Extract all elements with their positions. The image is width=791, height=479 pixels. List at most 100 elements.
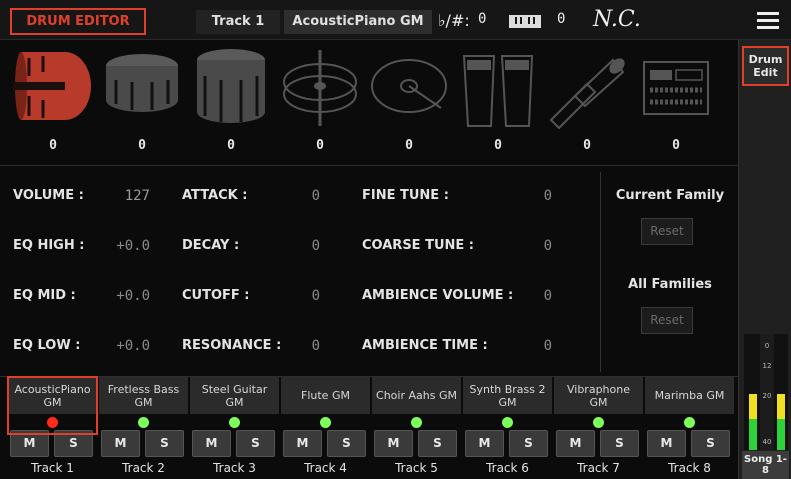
- channel-track-label: Track 6: [486, 461, 529, 475]
- drum-edit-tab[interactable]: Drum Edit: [742, 46, 789, 86]
- mute-button[interactable]: M: [10, 430, 49, 457]
- channel-sound-name[interactable]: Marimba GM: [645, 377, 734, 414]
- volume-value[interactable]: 127: [100, 188, 150, 204]
- percussion-icon: [549, 58, 625, 130]
- channel-led: [593, 417, 604, 428]
- ambience-volume-label: AMBIENCE VOLUME :: [362, 288, 514, 303]
- tom-drum-icon: [197, 49, 265, 123]
- page-title[interactable]: DRUM EDITOR: [10, 8, 146, 35]
- mute-button[interactable]: M: [374, 430, 413, 457]
- mute-button[interactable]: M: [647, 430, 686, 457]
- current-sound[interactable]: AcousticPiano GM: [284, 10, 432, 34]
- channel-track-label: Track 7: [577, 461, 620, 475]
- resonance-value[interactable]: 0: [290, 338, 320, 354]
- mute-button[interactable]: M: [101, 430, 140, 457]
- channel-sound-name[interactable]: Flute GM: [281, 377, 370, 414]
- channel-sound-name[interactable]: Vibraphone GM: [554, 377, 643, 414]
- decay-value[interactable]: 0: [290, 238, 320, 254]
- drum-family-conga[interactable]: 0: [453, 46, 543, 161]
- solo-button[interactable]: S: [236, 430, 275, 457]
- divider: [600, 172, 601, 372]
- solo-button[interactable]: S: [691, 430, 730, 457]
- cutoff-value[interactable]: 0: [290, 288, 320, 304]
- eq-mid-label: EQ MID :: [13, 288, 76, 303]
- solo-button[interactable]: S: [509, 430, 548, 457]
- meter-scale: 0 12 20 40: [760, 334, 774, 450]
- mixer-channel-4[interactable]: Flute GM M S Track 4: [280, 376, 371, 479]
- channel-led: [138, 417, 149, 428]
- channel-sound-name[interactable]: AcousticPiano GM: [8, 377, 97, 414]
- eq-mid-value[interactable]: +0.0: [100, 288, 150, 304]
- drum-family-percussion[interactable]: 0: [542, 46, 632, 161]
- current-track[interactable]: Track 1: [196, 10, 280, 34]
- meter-bar-left: [749, 394, 757, 450]
- channel-track-label: Track 4: [304, 461, 347, 475]
- cutoff-label: CUTOFF :: [182, 288, 250, 303]
- channel-sound-name[interactable]: Steel Guitar GM: [190, 377, 279, 414]
- transpose-icon: ♭/#:: [438, 11, 470, 30]
- channel-sound-name[interactable]: Fretless Bass GM: [99, 377, 188, 414]
- hamburger-menu-icon[interactable]: [757, 12, 779, 29]
- drum-value: 0: [49, 138, 57, 153]
- song-tab[interactable]: Song 1-8: [742, 451, 789, 479]
- mixer-channel-5[interactable]: Choir Aahs GM M S Track 5: [371, 376, 462, 479]
- mixer-channel-7[interactable]: Vibraphone GM M S Track 7: [553, 376, 644, 479]
- channel-track-label: Track 5: [395, 461, 438, 475]
- mixer-channel-1[interactable]: AcousticPiano GM M S Track 1: [7, 376, 98, 479]
- solo-button[interactable]: S: [327, 430, 366, 457]
- current-family-label: Current Family: [615, 188, 725, 203]
- eq-high-label: EQ HIGH :: [13, 238, 85, 253]
- mute-button[interactable]: M: [465, 430, 504, 457]
- fine-tune-label: FINE TUNE :: [362, 188, 449, 203]
- drum-value: 0: [316, 138, 324, 153]
- meter-scale-tick: 12: [762, 362, 772, 370]
- octave-value: 0: [557, 11, 566, 27]
- decay-label: DECAY :: [182, 238, 240, 253]
- attack-value[interactable]: 0: [290, 188, 320, 204]
- top-bar: DRUM EDITOR Track 1 AcousticPiano GM ♭/#…: [0, 0, 791, 40]
- mixer-channel-6[interactable]: Synth Brass 2 GM M S Track 6: [462, 376, 553, 479]
- channel-led: [684, 417, 695, 428]
- hihat-cymbal-icon: [283, 50, 357, 126]
- mixer-channel-8[interactable]: Marimba GM M S Track 8: [644, 376, 735, 479]
- volume-label: VOLUME :: [13, 188, 84, 203]
- fine-tune-value[interactable]: 0: [520, 188, 552, 204]
- ambience-time-value[interactable]: 0: [520, 338, 552, 354]
- solo-button[interactable]: S: [54, 430, 93, 457]
- mute-button[interactable]: M: [556, 430, 595, 457]
- drum-value: 0: [227, 138, 235, 153]
- snare-drum-icon: [106, 54, 178, 112]
- reset-all-families-button[interactable]: Reset: [641, 307, 693, 334]
- resonance-label: RESONANCE :: [182, 338, 282, 353]
- drum-family-snare[interactable]: 0: [97, 46, 187, 161]
- mixer-channel-2[interactable]: Fretless Bass GM M S Track 2: [98, 376, 189, 479]
- reset-current-family-button[interactable]: Reset: [641, 218, 693, 245]
- channel-led: [411, 417, 422, 428]
- mixer-channel-3[interactable]: Steel Guitar GM M S Track 3: [189, 376, 280, 479]
- mute-button[interactable]: M: [283, 430, 322, 457]
- conga-icon: [462, 55, 534, 127]
- ambience-volume-value[interactable]: 0: [520, 288, 552, 304]
- drum-family-hihat[interactable]: 0: [275, 46, 365, 161]
- drum-family-kick[interactable]: 0: [8, 46, 98, 161]
- ambience-time-label: AMBIENCE TIME :: [362, 338, 488, 353]
- channel-sound-name[interactable]: Choir Aahs GM: [372, 377, 461, 414]
- eq-high-value[interactable]: +0.0: [100, 238, 150, 254]
- drum-family-cymbal[interactable]: 0: [364, 46, 454, 161]
- drum-family-tom[interactable]: 0: [186, 46, 276, 161]
- coarse-tune-value[interactable]: 0: [520, 238, 552, 254]
- drum-family-sfx[interactable]: 0: [631, 46, 721, 161]
- channel-sound-name[interactable]: Synth Brass 2 GM: [463, 377, 552, 414]
- all-families-label: All Families: [628, 277, 712, 292]
- drum-family-panel: 0 0 0 0 0 0 0 0: [0, 40, 738, 166]
- drum-value: 0: [672, 138, 680, 153]
- transpose-value: 0: [478, 11, 487, 27]
- ride-cymbal-icon: [371, 59, 447, 113]
- drum-value: 0: [583, 138, 591, 153]
- meter-scale-tick: 40: [762, 438, 772, 446]
- solo-button[interactable]: S: [145, 430, 184, 457]
- mute-button[interactable]: M: [192, 430, 231, 457]
- solo-button[interactable]: S: [418, 430, 457, 457]
- solo-button[interactable]: S: [600, 430, 639, 457]
- eq-low-value[interactable]: +0.0: [100, 338, 150, 354]
